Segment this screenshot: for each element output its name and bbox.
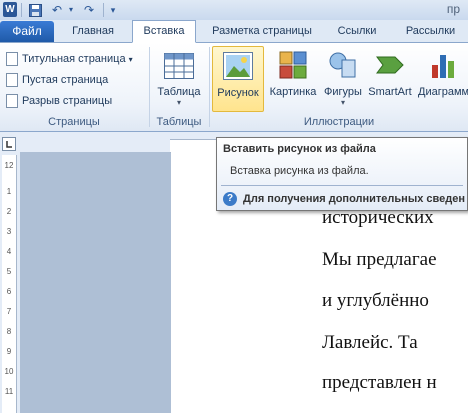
tab-references[interactable]: Ссылки [330, 21, 384, 42]
tab-insert[interactable]: Вставка [132, 20, 196, 43]
ruler-number: 8 [6, 327, 12, 336]
tab-file[interactable]: Файл [0, 21, 54, 42]
help-icon: ? [223, 192, 237, 206]
tables-group-label: Таблицы [156, 116, 202, 128]
word-icon[interactable]: W [3, 2, 17, 17]
ruler-number: 3 [6, 227, 12, 236]
clipart-button[interactable]: Картинка [266, 46, 320, 112]
tooltip-description: Вставка рисунка из файла. [230, 165, 369, 177]
picture-tooltip: Вставить рисунок из файла Вставка рисунк… [216, 137, 468, 211]
ruler-number: 6 [6, 287, 12, 296]
undo-icon[interactable]: ↶ [48, 2, 66, 18]
ribbon: Титульная страница ▾ Пустая страница Разр… [0, 43, 468, 132]
blank-page-icon [6, 73, 18, 88]
shapes-button[interactable]: Фигуры ▾ [320, 46, 366, 112]
vertical-ruler[interactable]: 12 1 2 3 4 5 6 7 8 9 10 11 [2, 155, 17, 413]
document-line: Мы предлагае [322, 249, 437, 270]
tab-page-layout[interactable]: Разметка страницы [203, 21, 321, 42]
clipart-label: Картинка [269, 86, 317, 98]
illustrations-group-label: Иллюстрации [303, 116, 375, 128]
undo-dropdown-icon[interactable]: ▾ [66, 2, 76, 18]
smartart-label: SmartArt [368, 86, 412, 98]
table-icon [164, 53, 194, 79]
smartart-icon [376, 56, 404, 74]
ruler-number: 10 [4, 367, 14, 376]
ruler-number: 9 [6, 347, 12, 356]
shapes-icon [329, 52, 356, 78]
blank-page-button[interactable]: Пустая страница [6, 70, 108, 90]
clipart-icon [279, 51, 307, 79]
save-icon[interactable] [27, 2, 43, 18]
ruler-number: 4 [6, 247, 12, 256]
quick-access-toolbar: W ↶ ▾ ↷ ▾ пр [0, 0, 468, 20]
pages-group-label: Страницы [48, 116, 100, 128]
cover-page-icon [6, 52, 18, 67]
picture-button[interactable]: Рисунок [212, 46, 264, 112]
ruler-number: 12 [4, 161, 14, 170]
picture-icon [223, 52, 253, 80]
ruler-number: 11 [4, 387, 14, 396]
window-title: пр [446, 2, 460, 16]
smartart-button[interactable]: SmartArt [366, 46, 414, 112]
document-line: Лавлейс. Та [322, 332, 418, 353]
page-break-button[interactable]: Разрыв страницы [6, 91, 112, 111]
tab-selector-button[interactable] [2, 137, 16, 151]
shapes-label: Фигуры [324, 86, 362, 98]
table-label: Таблица [157, 86, 201, 98]
picture-label: Рисунок [217, 87, 259, 99]
ruler-number: 1 [6, 187, 12, 196]
ruler-number: 2 [6, 207, 12, 216]
customize-icon[interactable]: ▾ [107, 2, 119, 18]
ribbon-tabs: Файл Главная Вставка Разметка страницы С… [0, 20, 468, 43]
table-button[interactable]: Таблица ▾ [154, 46, 204, 112]
separator [103, 3, 104, 17]
cover-page-label: Титульная страница [22, 53, 126, 65]
tab-home[interactable]: Главная [62, 21, 124, 42]
tooltip-divider [221, 185, 463, 186]
page-break-icon [6, 94, 18, 109]
chart-label: Диаграмм [418, 86, 468, 98]
redo-icon[interactable]: ↷ [80, 2, 98, 18]
page-break-label: Разрыв страницы [22, 95, 113, 107]
blank-page-label: Пустая страница [22, 74, 109, 86]
chart-button[interactable]: Диаграмм [416, 46, 468, 112]
document-line: представлен н [322, 372, 437, 393]
separator [21, 3, 22, 17]
ruler-number: 5 [6, 267, 12, 276]
tooltip-help-text: Для получения дополнительных сведен [243, 193, 465, 205]
cover-page-button[interactable]: Титульная страница ▾ [6, 49, 133, 69]
chart-icon [432, 55, 454, 78]
document-line: и углублённо [322, 290, 429, 311]
tooltip-title: Вставить рисунок из файла [223, 143, 376, 155]
ruler-number: 7 [6, 307, 12, 316]
tab-mailings[interactable]: Рассылки [393, 21, 468, 42]
